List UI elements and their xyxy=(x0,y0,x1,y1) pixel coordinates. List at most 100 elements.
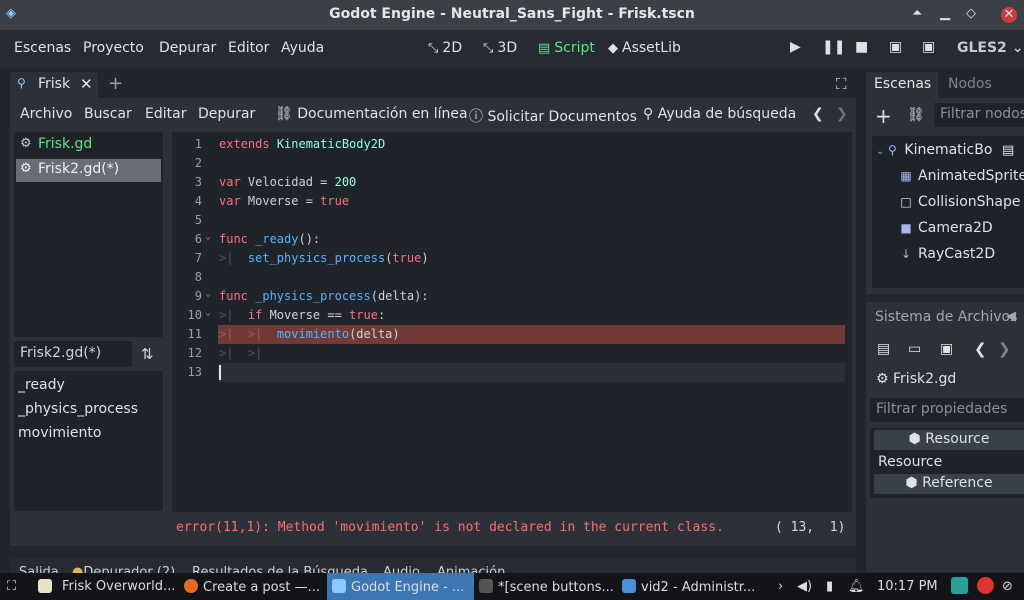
menu-editor[interactable]: Editor xyxy=(228,40,269,56)
main-screen-2d[interactable]: ⤡ 2D xyxy=(428,40,462,56)
minimize-icon[interactable]: ▁ xyxy=(940,6,950,21)
script-list: ⚙ Frisk.gd ⚙ Frisk2.gd(*) xyxy=(14,132,163,337)
save-icon[interactable]: ▣ xyxy=(940,341,953,357)
stop-icon[interactable]: ■ xyxy=(855,39,868,55)
code-line: 4 var Moverse = true xyxy=(194,194,350,208)
code-line: 3 var Velocidad = 200 xyxy=(194,175,357,189)
method-item[interactable]: _physics_process xyxy=(18,401,138,417)
filesystem-title: Sistema de Archivos xyxy=(875,309,1018,325)
new-resource-icon[interactable]: ▤ xyxy=(877,341,890,357)
tab-escenas[interactable]: Escenas xyxy=(866,72,938,98)
filter-properties-input[interactable]: Filtrar propiedades xyxy=(870,398,1024,422)
code-line: 2 xyxy=(194,156,202,170)
task-file-manager[interactable]: vid2 - Administr... xyxy=(622,579,768,595)
task-firefox[interactable]: Create a post —... xyxy=(184,579,322,595)
inspector-section-reference[interactable]: ⬢ Reference xyxy=(874,474,1024,494)
2d-icon: ⤡ xyxy=(428,41,439,56)
renderer-selector[interactable]: GLES2 ⌄ xyxy=(957,40,1023,56)
add-node-icon[interactable]: + xyxy=(875,104,892,128)
task-frisk-overworld[interactable]: Frisk Overworld... xyxy=(62,579,174,594)
menu-ayuda[interactable]: Ayuda xyxy=(281,40,324,56)
code-editor[interactable]: 1 extends KinematicBody2D 2 3 var Veloci… xyxy=(172,132,852,512)
godot-icon xyxy=(332,579,346,593)
filter-nodes-input[interactable]: Filtrar nodos xyxy=(934,103,1024,127)
volume-icon[interactable]: ◀) xyxy=(797,579,812,594)
maximize-icon[interactable]: ◇ xyxy=(966,6,976,21)
close-window-icon[interactable]: ✕ xyxy=(1001,7,1017,23)
cube-icon: ⬢ xyxy=(908,431,921,447)
task-godot[interactable]: Godot Engine - ... xyxy=(332,579,472,595)
code-line: 5 xyxy=(194,213,202,227)
tree-node-kinematicbody[interactable]: ⌄ ⚲ KinematicBo xyxy=(876,142,992,158)
online-docs-link[interactable]: ⛓ Documentación en línea xyxy=(275,106,468,122)
fold-arrow-icon[interactable]: ⌄ xyxy=(205,288,211,299)
method-item[interactable]: movimiento xyxy=(18,425,101,441)
overflow-arrow-icon[interactable]: › xyxy=(778,579,783,594)
open-folder-icon[interactable]: ▭ xyxy=(908,341,921,357)
sort-icon[interactable]: ⇅ xyxy=(141,345,154,363)
menu-depurar[interactable]: Depurar xyxy=(159,40,216,56)
code-line: 9 ⌄ func _physics_process(delta): xyxy=(194,288,429,303)
script-attached-icon[interactable]: ▤ xyxy=(1002,143,1014,158)
tray-app-icon[interactable] xyxy=(951,577,968,594)
tree-node-raycast2d[interactable]: ↓ RayCast2D xyxy=(898,246,995,262)
close-tab-icon[interactable]: ✕ xyxy=(80,75,93,93)
script-icon: ▤ xyxy=(538,41,551,56)
battery-icon[interactable]: ▮ xyxy=(826,579,833,594)
scene-dock-tabs: Escenas Nodos xyxy=(866,72,1024,98)
script-menu-editar[interactable]: Editar xyxy=(145,106,186,122)
record-icon[interactable] xyxy=(977,577,994,594)
tree-node-camera2d[interactable]: ■ Camera2D xyxy=(898,220,992,236)
forward-icon[interactable]: ❯ xyxy=(998,340,1011,358)
script-menu-depurar[interactable]: Depurar xyxy=(198,106,255,122)
main-screen-script[interactable]: ▤ Script xyxy=(538,40,595,56)
fold-arrow-icon[interactable]: ⌄ xyxy=(205,231,211,242)
menu-escenas[interactable]: Escenas xyxy=(14,40,71,56)
tree-node-collisionshape[interactable]: □ CollisionShape xyxy=(898,194,1020,210)
script-menu-buscar[interactable]: Buscar xyxy=(84,106,132,122)
tab-nodos[interactable]: Nodos xyxy=(948,76,992,92)
show-desktop-icon[interactable]: ⛶ xyxy=(7,579,16,594)
text-caret xyxy=(219,365,221,380)
method-item[interactable]: _ready xyxy=(18,377,65,393)
inspector-section-resource[interactable]: ⬢ Resource xyxy=(874,430,1024,450)
play-scene-icon[interactable]: ▣ xyxy=(889,39,902,55)
play-custom-scene-icon[interactable]: ▣ xyxy=(922,39,935,55)
tab-marker-icon: >| >| xyxy=(219,327,263,341)
distraction-free-icon[interactable]: ⛶ xyxy=(836,75,847,93)
fold-arrow-icon[interactable]: ⌄ xyxy=(205,307,211,318)
current-script-label: Frisk2.gd(*) xyxy=(14,341,132,367)
tab-marker-icon: >| >| xyxy=(219,346,263,360)
raycast-icon: ↓ xyxy=(900,247,912,261)
current-resource[interactable]: ⚙ Frisk2.gd xyxy=(876,371,956,387)
power-icon[interactable]: ⊘ xyxy=(1002,579,1013,594)
script-menu-archivo[interactable]: Archivo xyxy=(20,106,72,122)
tree-node-animatedsprite[interactable]: ▦ AnimatedSprite xyxy=(898,168,1024,184)
menu-proyecto[interactable]: Proyecto xyxy=(83,40,144,56)
app-icon[interactable] xyxy=(38,579,57,595)
script-item-frisk[interactable]: ⚙ Frisk.gd xyxy=(16,134,161,157)
shade-window-icon[interactable]: ⏶ xyxy=(912,6,922,21)
play-icon[interactable]: ▶ xyxy=(790,39,801,55)
history-back-icon[interactable]: ❮ xyxy=(812,106,824,122)
collapse-icon[interactable]: ◀ xyxy=(1006,309,1016,324)
error-message: error(11,1): Method 'movimiento' is not … xyxy=(176,520,724,535)
add-scene-tab-icon[interactable]: + xyxy=(108,73,123,94)
scene-tab-frisk[interactable]: ⚲ Frisk ✕ xyxy=(10,72,98,98)
scene-tree: ⌄ ⚲ KinematicBo ▤ ▦ AnimatedSprite □ Collisi… xyxy=(872,136,1024,288)
back-icon[interactable]: ❮ xyxy=(974,340,987,358)
task-scene-buttons[interactable]: *[scene buttons... xyxy=(479,579,619,595)
inspector-property-label: Resource xyxy=(878,454,943,470)
main-menu-bar: Escenas Proyecto Depurar Editor Ayuda ⤡ 2… xyxy=(0,30,1024,68)
main-screen-assetlib[interactable]: ◆ AssetLib xyxy=(608,40,681,56)
gear-icon: ⚙ xyxy=(20,161,32,176)
link-icon[interactable]: ⛓ xyxy=(907,107,925,123)
notification-bell-icon[interactable]: 🔔︎ xyxy=(848,579,865,594)
script-item-frisk2[interactable]: ⚙ Frisk2.gd(*) xyxy=(16,159,161,182)
main-screen-3d[interactable]: ⤡ 3D xyxy=(483,40,517,56)
pause-icon[interactable]: ❚❚ xyxy=(822,39,845,55)
history-forward-icon[interactable]: ❯ xyxy=(836,106,848,122)
request-docs-link[interactable]: ⓘ Solicitar Documentos xyxy=(469,106,637,126)
scene-tabs: ⚲ Frisk ✕ + ⛶ xyxy=(10,72,856,98)
search-help-button[interactable]: ⚲ Ayuda de búsqueda xyxy=(643,106,796,122)
